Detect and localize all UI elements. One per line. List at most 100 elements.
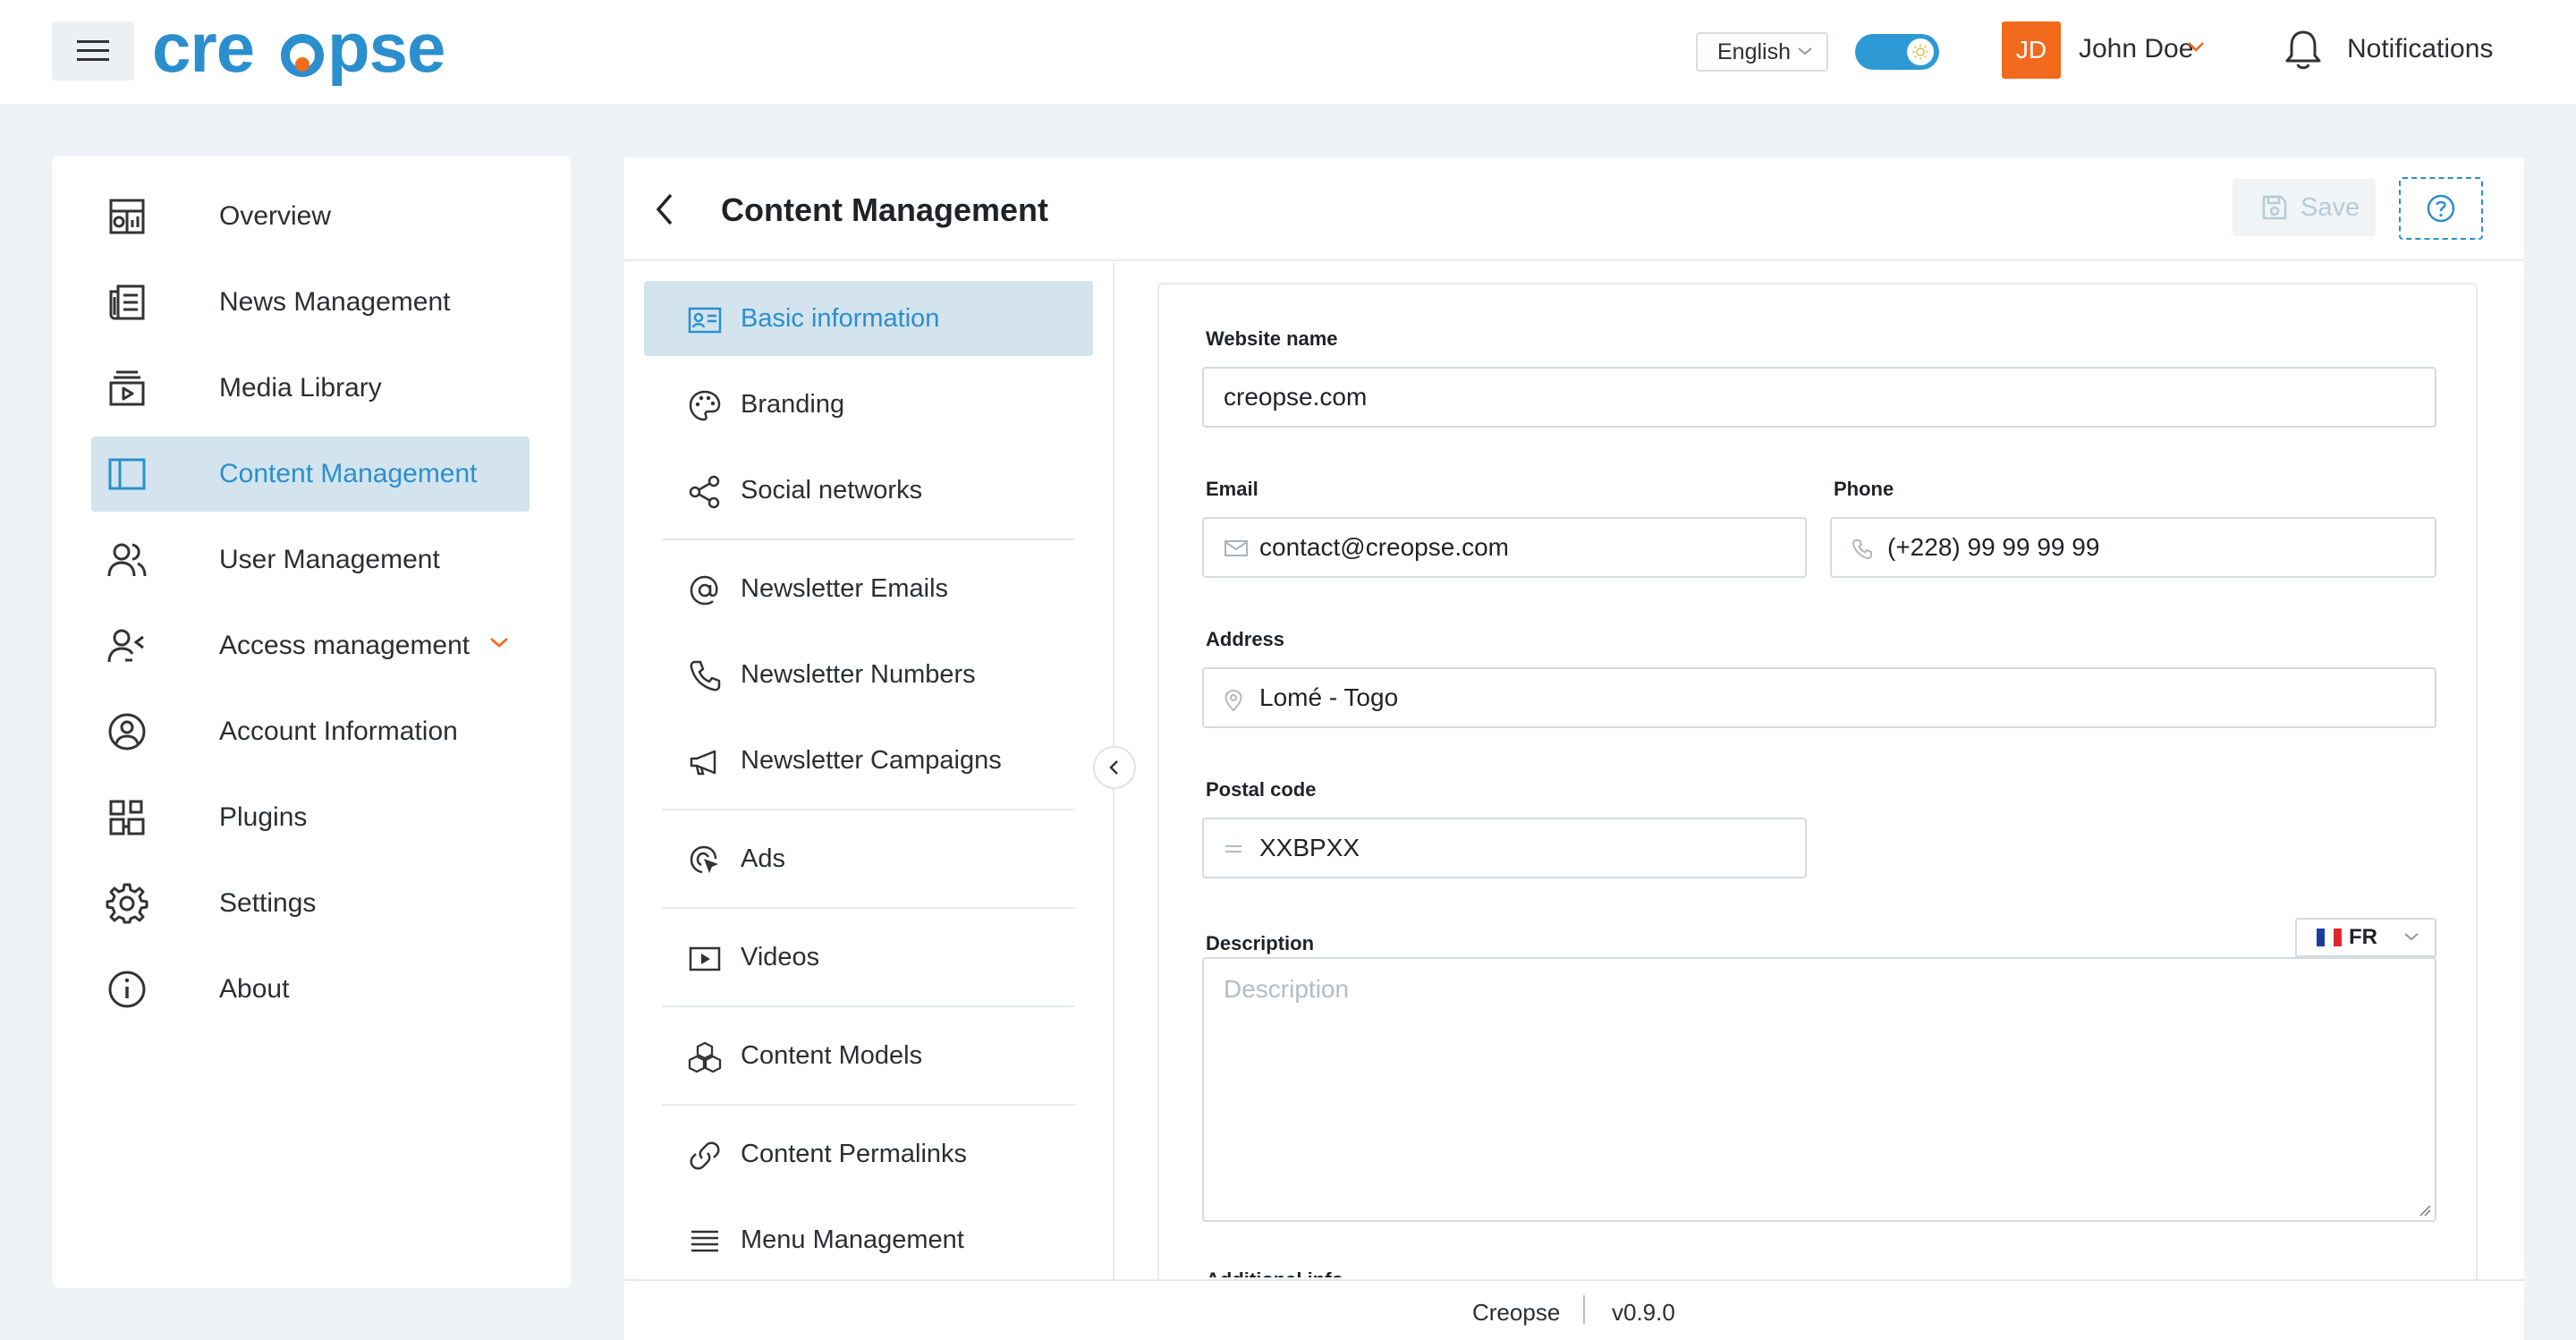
panel-header: Content Management Save (624, 157, 2524, 261)
subnav-item-branding[interactable]: Branding (644, 367, 1093, 442)
subnav-item-label: Branding (741, 390, 845, 419)
postal-code-input[interactable]: XXBPXX (1202, 818, 1807, 878)
france-flag-icon (2317, 929, 2342, 946)
question-circle-icon (2427, 194, 2455, 223)
gear-icon (106, 883, 148, 924)
email-input[interactable]: contact@creopse.com (1202, 517, 1807, 578)
sidebar-item-account-information[interactable]: Account Information (91, 694, 530, 769)
resize-handle-icon[interactable] (2419, 1204, 2431, 1217)
chevron-down-icon[interactable] (488, 635, 510, 649)
save-label: Save (2301, 192, 2360, 222)
sidebar-item-user-management[interactable]: User Management (91, 522, 530, 598)
phone-label: Phone (1834, 478, 1894, 500)
plugins-icon (109, 800, 145, 835)
palette-icon (689, 390, 721, 421)
ad-click-icon (690, 845, 718, 874)
subnav-item-videos[interactable]: Videos (644, 920, 1093, 995)
subnav-item-menu-management[interactable]: Menu Management (644, 1202, 1093, 1277)
info-icon (108, 971, 146, 1008)
description-textarea[interactable]: Description (1202, 957, 2436, 1222)
content-panel: Content Management Save Basic informatio… (624, 157, 2524, 1340)
address-value: Lomé - Togo (1259, 683, 1399, 711)
basic-information-form: Website name creopse.com Email contact@c… (1157, 283, 2478, 1285)
website-name-input[interactable]: creopse.com (1202, 367, 2436, 428)
subnav-item-label: Social networks (741, 476, 923, 505)
subnav-item-newsletter-emails[interactable]: Newsletter Emails (644, 551, 1093, 626)
dashboard-icon (109, 199, 145, 234)
email-value: contact@creopse.com (1259, 533, 1509, 561)
postal-code-label: Postal code (1206, 778, 1317, 801)
subnav-item-basic-information[interactable]: Basic information (644, 281, 1093, 356)
sidebar-item-media-library[interactable]: Media Library (91, 351, 530, 426)
video-icon (689, 946, 721, 971)
user-name[interactable]: John Doe (2079, 34, 2193, 64)
creopse-logo[interactable]: cre pse (152, 9, 474, 95)
hamburger-menu-button[interactable] (52, 21, 134, 81)
subnav-item-newsletter-campaigns[interactable]: Newsletter Campaigns (644, 723, 1093, 798)
language-select[interactable]: English (1696, 32, 1828, 72)
footer: Creopse v0.9.0 (624, 1279, 2524, 1340)
bell-icon[interactable] (2283, 27, 2324, 72)
description-language-select[interactable]: FR (2295, 918, 2436, 957)
phone-value: (+228) 99 99 99 99 (1887, 533, 2100, 561)
address-label: Address (1206, 628, 1285, 650)
subnav-item-label: Newsletter Emails (741, 574, 949, 603)
subnav-item-label: Videos (741, 943, 820, 971)
website-name-label: Website name (1206, 327, 1338, 350)
sidebar-item-plugins[interactable]: Plugins (91, 780, 530, 855)
subnav-item-newsletter-numbers[interactable]: Newsletter Numbers (644, 637, 1093, 712)
subnav-item-ads[interactable]: Ads (644, 821, 1093, 896)
sidebar-item-access-management[interactable]: Access management (91, 608, 530, 683)
layout-icon (108, 458, 146, 490)
notifications-label[interactable]: Notifications (2347, 34, 2493, 64)
phone-input[interactable]: (+228) 99 99 99 99 (1830, 517, 2436, 578)
language-value: English (1717, 38, 1791, 64)
subnav-divider (662, 809, 1075, 810)
sidebar-item-label: Overview (219, 201, 332, 231)
phone-icon (690, 660, 721, 691)
map-pin-icon (1224, 690, 1242, 712)
chevron-down-icon[interactable] (2186, 39, 2206, 54)
sidebar-item-about[interactable]: About (91, 952, 530, 1027)
subnav-item-content-models[interactable]: Content Models (644, 1018, 1093, 1093)
address-input[interactable]: Lomé - Togo (1202, 667, 2436, 728)
description-language-value: FR (2349, 925, 2377, 949)
description-label: Description (1206, 932, 1315, 954)
save-button[interactable]: Save (2233, 179, 2376, 236)
collapse-subnav-button[interactable] (1093, 746, 1136, 789)
subnav-item-social-networks[interactable]: Social networks (644, 453, 1093, 528)
sidebar-item-label: Content Management (219, 459, 478, 488)
website-name-value: creopse.com (1224, 383, 1368, 411)
svg-text:pse: pse (327, 9, 445, 87)
subnav-divider (662, 1104, 1075, 1106)
help-button[interactable] (2399, 177, 2483, 240)
subnav-item-content-permalinks[interactable]: Content Permalinks (644, 1116, 1093, 1192)
subnav-item-label: Content Permalinks (741, 1140, 968, 1168)
envelope-icon (1224, 540, 1248, 556)
sidebar-item-label: News Management (219, 287, 451, 317)
sidebar-item-overview[interactable]: Overview (91, 179, 530, 254)
sidebar-item-label: Plugins (219, 802, 308, 832)
sidebar-item-label: Settings (219, 888, 317, 918)
chevron-down-icon (2404, 933, 2419, 941)
chevron-left-icon (1109, 760, 1118, 775)
megaphone-icon (690, 750, 716, 776)
chevron-down-icon (1798, 47, 1812, 55)
sun-icon (1907, 38, 1934, 65)
sidebar-item-label: User Management (219, 545, 440, 574)
users-icon (107, 543, 147, 577)
subnav-divider (662, 907, 1075, 909)
avatar[interactable]: JD (2002, 21, 2061, 79)
back-arrow-icon[interactable] (648, 190, 683, 229)
footer-app-name: Creopse (1472, 1299, 1561, 1326)
page-title: Content Management (721, 191, 1049, 228)
menu-icon (691, 1230, 718, 1252)
footer-version: v0.9.0 (1612, 1299, 1675, 1326)
equals-icon (1225, 845, 1241, 852)
theme-toggle[interactable] (1855, 34, 1939, 70)
sidebar-item-settings[interactable]: Settings (91, 866, 530, 941)
sidebar-item-label: Account Information (219, 717, 458, 746)
sidebar-item-news-management[interactable]: News Management (91, 265, 530, 340)
sidebar-item-content-management[interactable]: Content Management (91, 437, 530, 512)
floppy-disk-icon (2262, 195, 2287, 220)
